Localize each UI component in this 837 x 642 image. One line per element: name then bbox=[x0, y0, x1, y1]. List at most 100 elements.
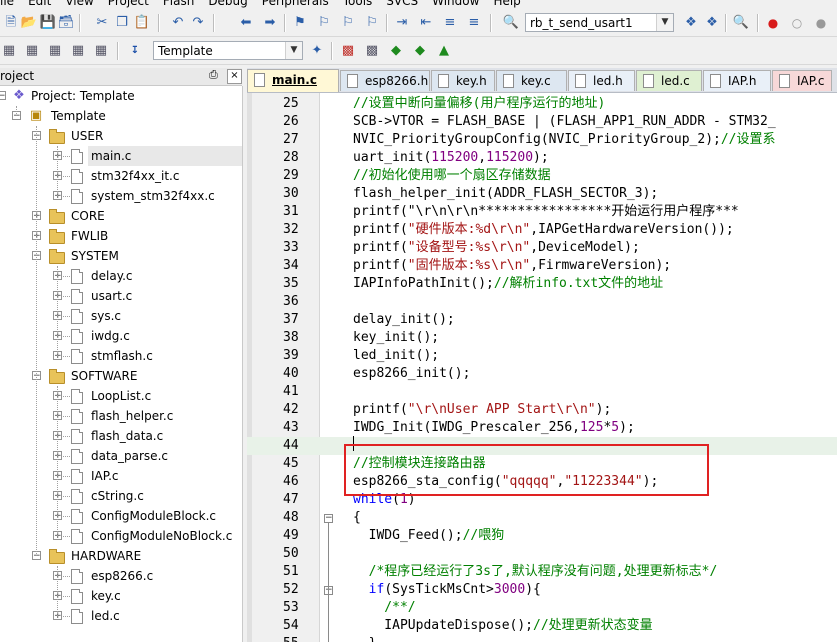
tree-file-item[interactable]: esp8266.c bbox=[91, 569, 153, 583]
tree-file-item[interactable]: ConfigModuleNoBlock.c bbox=[91, 529, 232, 543]
menu-item[interactable]: SVCS bbox=[386, 0, 418, 10]
options-icon[interactable]: ❖ bbox=[704, 15, 720, 31]
chevron-down-icon[interactable]: ▼ bbox=[285, 42, 302, 59]
open-file-icon[interactable]: 📂 bbox=[21, 15, 37, 31]
tab-label: IAP.h bbox=[728, 74, 757, 88]
tree-file-item[interactable]: cString.c bbox=[91, 489, 144, 503]
menu-item[interactable]: Peripherals bbox=[262, 0, 329, 10]
batch-build-icon[interactable]: ▦ bbox=[70, 43, 86, 59]
find-in-files-icon[interactable]: 🔍 bbox=[503, 15, 519, 31]
previous-bookmark-icon[interactable]: ⚐ bbox=[316, 15, 332, 31]
manage-project-items-icon[interactable]: ▩ bbox=[340, 43, 356, 59]
rebuild-icon[interactable]: ▦ bbox=[47, 43, 63, 59]
tab-iap-h[interactable]: IAP.h bbox=[703, 70, 771, 91]
tree-group-system[interactable]: SYSTEM bbox=[71, 249, 119, 263]
select-packs-icon[interactable]: ▩ bbox=[364, 43, 380, 59]
cut-icon[interactable]: ✂ bbox=[94, 15, 110, 31]
tree-file-item[interactable]: flash_helper.c bbox=[91, 409, 173, 423]
tab-key-c[interactable]: key.c bbox=[496, 70, 567, 91]
tree-target-label[interactable]: Template bbox=[51, 109, 106, 123]
pack-installer-icon[interactable]: ◆ bbox=[412, 43, 428, 59]
pin-icon[interactable]: ⎙ bbox=[209, 68, 218, 82]
stop-build-icon[interactable]: ▦ bbox=[93, 43, 109, 59]
tree-file-item[interactable]: iwdg.c bbox=[91, 329, 130, 343]
tree-file-item[interactable]: main.c bbox=[91, 149, 131, 163]
c-file-icon bbox=[71, 309, 83, 324]
target-combo[interactable]: rb_t_send_usart1 ▼ bbox=[525, 13, 674, 32]
enable-breakpoint-icon[interactable]: ○ bbox=[789, 15, 805, 31]
code-text: uart_init(115200,115200); bbox=[353, 150, 549, 165]
indent-icon[interactable]: ⇥ bbox=[394, 15, 410, 31]
clear-bookmarks-icon[interactable]: ⚐ bbox=[364, 15, 380, 31]
tree-root-label[interactable]: Project: Template bbox=[31, 89, 135, 103]
tree-file-item[interactable]: led.c bbox=[91, 609, 120, 623]
new-file-icon[interactable]: 🗎 bbox=[3, 15, 19, 31]
tree-group-hardware[interactable]: HARDWARE bbox=[71, 549, 141, 563]
tab-key-h[interactable]: key.h bbox=[431, 70, 495, 91]
tree-group-fwlib[interactable]: FWLIB bbox=[71, 229, 108, 243]
tree-file-item[interactable]: key.c bbox=[91, 589, 121, 603]
uncomment-icon[interactable]: ≡ bbox=[466, 15, 482, 31]
tree-connector bbox=[57, 266, 58, 356]
menu-item[interactable]: Edit bbox=[28, 0, 51, 10]
save-icon[interactable]: 💾 bbox=[40, 15, 56, 31]
tree-group-user[interactable]: USER bbox=[71, 129, 103, 143]
tree-group-core[interactable]: CORE bbox=[71, 209, 105, 223]
tree-group-software[interactable]: SOFTWARE bbox=[71, 369, 137, 383]
menu-item[interactable]: Project bbox=[108, 0, 149, 10]
tab-iap-c[interactable]: IAP.c bbox=[772, 70, 832, 91]
tab-led-h[interactable]: led.h bbox=[568, 70, 635, 91]
tree-file-item[interactable]: stmflash.c bbox=[91, 349, 153, 363]
menu-item[interactable]: Help bbox=[493, 0, 520, 10]
code-editor[interactable]: 25 //设置中断向量偏移(用户程序运行的地址) 26 SCB->VTOR = FLA… bbox=[247, 93, 837, 642]
comment-icon[interactable]: ≡ bbox=[442, 15, 458, 31]
tree-file-item[interactable]: usart.c bbox=[91, 289, 132, 303]
target-options-icon[interactable]: ✦ bbox=[309, 43, 325, 59]
menu-item[interactable]: Window bbox=[432, 0, 479, 10]
tree-file-item[interactable]: sys.c bbox=[91, 309, 121, 323]
tab-esp8266-h[interactable]: esp8266.h bbox=[340, 70, 430, 91]
navigate-forward-icon[interactable]: ➡ bbox=[262, 15, 278, 31]
tree-file-item[interactable]: data_parse.c bbox=[91, 449, 168, 463]
menu-item[interactable]: Debug bbox=[208, 0, 247, 10]
component-icon[interactable]: ▲ bbox=[436, 43, 452, 59]
configuration-wizard-icon[interactable]: ❖ bbox=[683, 15, 699, 31]
build-icon[interactable]: ▦ bbox=[24, 43, 40, 59]
close-icon[interactable]: × bbox=[227, 69, 242, 84]
next-bookmark-icon[interactable]: ⚐ bbox=[340, 15, 356, 31]
tab-main-c[interactable]: main.c bbox=[247, 69, 339, 92]
chevron-down-icon[interactable]: ▼ bbox=[656, 14, 673, 31]
redo-icon[interactable]: ↷ bbox=[190, 15, 206, 31]
tree-file-item[interactable]: LoopList.c bbox=[91, 389, 151, 403]
tab-label: led.h bbox=[593, 74, 623, 88]
paste-icon[interactable]: 📋 bbox=[134, 15, 150, 31]
tree-file-item[interactable]: system_stm32f4xx.c bbox=[91, 189, 215, 203]
manage-runtime-icon[interactable]: ◆ bbox=[388, 43, 404, 59]
copy-icon[interactable]: ❐ bbox=[114, 15, 130, 31]
menu-item[interactable]: ile bbox=[0, 0, 14, 10]
undo-icon[interactable]: ↶ bbox=[170, 15, 186, 31]
download-icon[interactable]: ↧ bbox=[127, 43, 143, 59]
navigate-back-icon[interactable]: ⬅ bbox=[238, 15, 254, 31]
tree-file-item[interactable]: IAP.c bbox=[91, 469, 119, 483]
insert-bookmark-icon[interactable]: ⚑ bbox=[292, 15, 308, 31]
tree-file-item[interactable]: stm32f4xx_it.c bbox=[91, 169, 179, 183]
collapse-toggle[interactable]: − bbox=[0, 91, 6, 101]
tab-led-c[interactable]: led.c bbox=[636, 70, 702, 91]
c-file-icon bbox=[71, 609, 83, 624]
c-file-icon bbox=[71, 529, 83, 544]
save-all-icon[interactable]: 🗃 bbox=[58, 15, 75, 31]
fold-toggle[interactable]: − bbox=[324, 514, 333, 523]
insert-breakpoint-icon[interactable]: ● bbox=[765, 15, 781, 31]
debug-session-icon[interactable]: 🔍 bbox=[733, 15, 749, 31]
tree-file-item[interactable]: delay.c bbox=[91, 269, 133, 283]
template-combo[interactable]: Template ▼ bbox=[153, 41, 303, 60]
disable-breakpoint-icon[interactable]: ● bbox=[813, 15, 829, 31]
menu-item[interactable]: Tools bbox=[343, 0, 373, 10]
menu-item[interactable]: Flash bbox=[163, 0, 194, 10]
menu-item[interactable]: View bbox=[65, 0, 93, 10]
translate-icon[interactable]: ▦ bbox=[1, 43, 17, 59]
unindent-icon[interactable]: ⇤ bbox=[418, 15, 434, 31]
tree-file-item[interactable]: ConfigModuleBlock.c bbox=[91, 509, 216, 523]
tree-file-item[interactable]: flash_data.c bbox=[91, 429, 163, 443]
